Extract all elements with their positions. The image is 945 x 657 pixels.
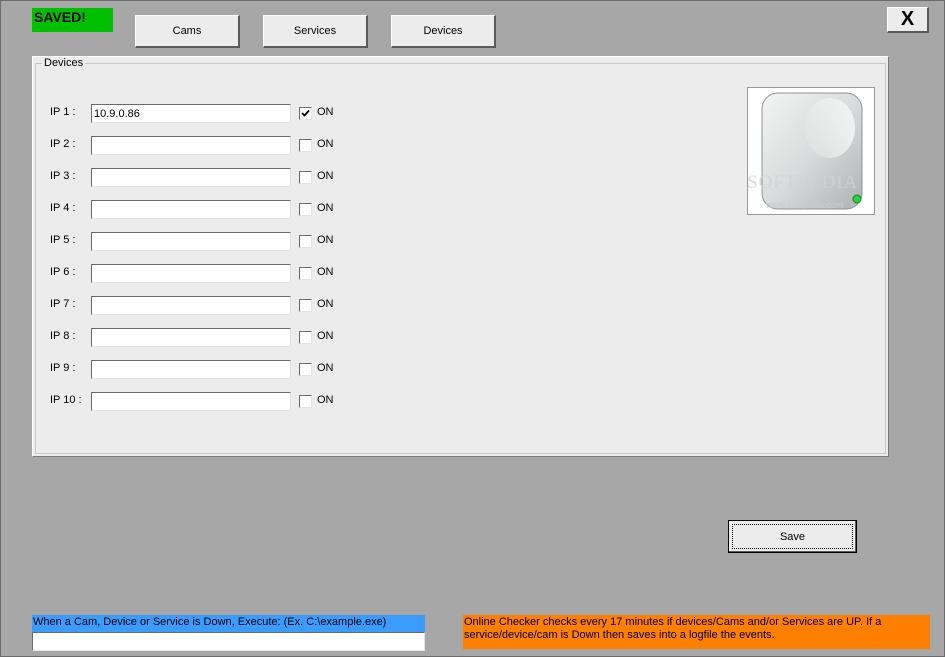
ip-on-checkbox[interactable] xyxy=(299,395,312,408)
ip-address-input[interactable] xyxy=(91,360,291,379)
cams-tab-button[interactable]: Cams xyxy=(135,15,240,48)
ip-on-label: ON xyxy=(317,202,334,214)
hard-drive-icon: SOFTPEDIA www.softpedia.com xyxy=(747,87,875,215)
ip-label: IP 5 : xyxy=(50,234,76,246)
ip-row: IP 1 : ON xyxy=(36,104,356,124)
services-tab-button[interactable]: Services xyxy=(263,15,368,48)
save-button[interactable]: Save xyxy=(728,520,857,553)
ip-address-input[interactable] xyxy=(91,296,291,315)
ip-on-label: ON xyxy=(317,106,334,118)
ip-on-checkbox[interactable] xyxy=(299,331,312,344)
ip-row: IP 3 : ON xyxy=(36,168,356,188)
info-description: Online Checker checks every 17 minutes i… xyxy=(463,615,930,649)
ip-on-label: ON xyxy=(317,394,334,406)
ip-row: IP 9 : ON xyxy=(36,360,356,380)
ip-address-input[interactable] xyxy=(91,168,291,187)
ip-row: IP 8 : ON xyxy=(36,328,356,348)
devices-group-title: Devices xyxy=(42,57,86,69)
devices-groupbox: Devices IP 1 : ON IP 2 : ON IP 3 : ON IP 4 : ON… xyxy=(35,57,886,454)
ip-on-checkbox[interactable] xyxy=(299,363,312,376)
ip-label: IP 9 : xyxy=(50,362,76,374)
ip-on-label: ON xyxy=(317,266,334,278)
ip-row: IP 6 : ON xyxy=(36,264,356,284)
ip-row: IP 10 : ON xyxy=(36,392,356,412)
execute-command-input[interactable] xyxy=(32,632,425,651)
ip-label: IP 4 : xyxy=(50,202,76,214)
ip-address-input[interactable] xyxy=(91,232,291,251)
save-button-label: Save xyxy=(779,530,806,543)
ip-address-input[interactable] xyxy=(91,392,291,411)
ip-label: IP 2 : xyxy=(50,138,76,150)
ip-on-label: ON xyxy=(317,170,334,182)
ip-on-label: ON xyxy=(317,362,334,374)
ip-on-checkbox[interactable] xyxy=(299,171,312,184)
ip-label: IP 1 : xyxy=(50,106,76,118)
close-button[interactable]: X xyxy=(887,7,929,33)
ip-row: IP 7 : ON xyxy=(36,296,356,316)
ip-on-checkbox[interactable] xyxy=(299,299,312,312)
ip-address-input[interactable] xyxy=(91,136,291,155)
ip-address-input[interactable] xyxy=(91,264,291,283)
ip-label: IP 6 : xyxy=(50,266,76,278)
ip-address-input[interactable] xyxy=(91,104,291,123)
ip-row: IP 4 : ON xyxy=(36,200,356,220)
ip-on-checkbox[interactable] xyxy=(299,139,312,152)
ip-on-checkbox[interactable] xyxy=(299,235,312,248)
ip-address-input[interactable] xyxy=(91,328,291,347)
watermark-text: SOFTPEDIA xyxy=(748,172,858,193)
ip-label: IP 3 : xyxy=(50,170,76,182)
ip-on-label: ON xyxy=(317,234,334,246)
ip-on-label: ON xyxy=(317,330,334,342)
ip-label: IP 10 : xyxy=(50,394,82,406)
ip-address-input[interactable] xyxy=(91,200,291,219)
ip-on-checkbox[interactable] xyxy=(299,203,312,216)
ip-on-checkbox[interactable] xyxy=(299,107,312,120)
devices-tab-button[interactable]: Devices xyxy=(391,15,496,48)
execute-on-down-label: When a Cam, Device or Service is Down, E… xyxy=(32,615,425,632)
ip-on-label: ON xyxy=(317,298,334,310)
checkmark-icon xyxy=(301,109,310,117)
ip-row: IP 5 : ON xyxy=(36,232,356,252)
ip-on-checkbox[interactable] xyxy=(299,267,312,280)
watermark-url-text: www.softpedia.com xyxy=(765,200,844,210)
ip-label: IP 8 : xyxy=(50,330,76,342)
devices-panel: Devices IP 1 : ON IP 2 : ON IP 3 : ON IP 4 : ON… xyxy=(32,56,889,457)
ip-on-label: ON xyxy=(317,138,334,150)
ip-label: IP 7 : xyxy=(50,298,76,310)
saved-status-badge: SAVED! xyxy=(32,8,113,32)
ip-row: IP 2 : ON xyxy=(36,136,356,156)
